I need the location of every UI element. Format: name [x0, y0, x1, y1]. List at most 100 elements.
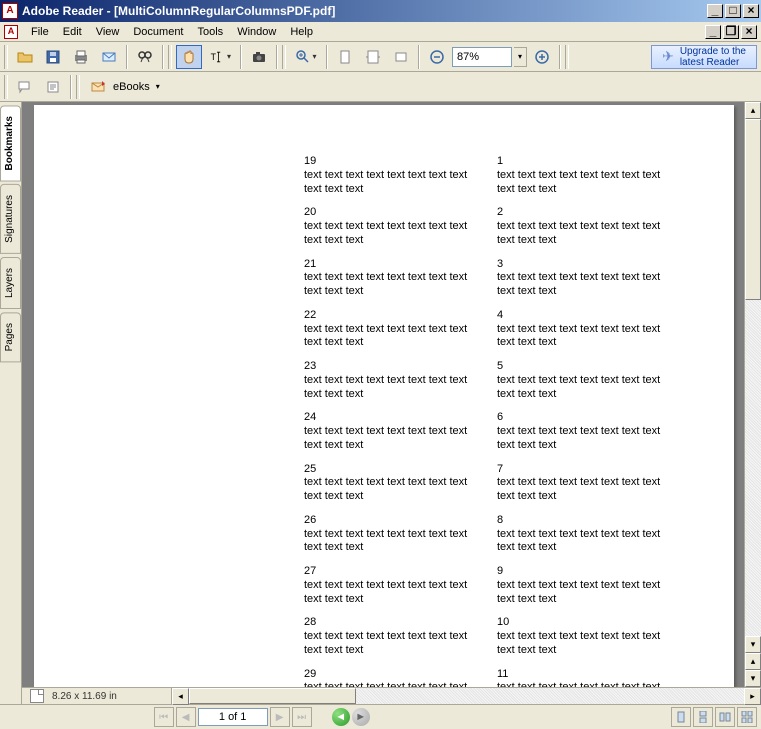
upgrade-text: Upgrade to thelatest Reader — [680, 46, 746, 68]
close-button[interactable]: × — [743, 4, 759, 18]
paragraph: 5text text text text text text text text… — [497, 360, 672, 401]
ebooks-button[interactable]: eBooks ▾ — [84, 76, 167, 98]
column-left: 19text text text text text text text tex… — [304, 155, 479, 687]
scroll-line-up-button[interactable]: ▴ — [745, 653, 761, 670]
tab-bookmarks[interactable]: Bookmarks — [0, 105, 21, 181]
paragraph: 20text text text text text text text tex… — [304, 206, 479, 247]
paragraph: 6text text text text text text text text… — [497, 411, 672, 452]
menu-edit[interactable]: Edit — [56, 24, 89, 40]
svg-text:T: T — [211, 52, 217, 62]
continuous-facing-button[interactable] — [737, 707, 757, 727]
tab-signatures[interactable]: Signatures — [0, 184, 21, 254]
paragraph: 7text text text text text text text text… — [497, 463, 672, 504]
open-button[interactable] — [12, 45, 38, 69]
zoom-out-button[interactable] — [424, 45, 450, 69]
review-comments-button[interactable] — [12, 75, 38, 99]
tab-layers[interactable]: Layers — [0, 257, 21, 309]
page-dims-text: 8.26 x 11.69 in — [52, 691, 117, 702]
menu-tools[interactable]: Tools — [191, 24, 231, 40]
menu-window[interactable]: Window — [230, 24, 283, 40]
paragraph: 22text text text text text text text tex… — [304, 309, 479, 350]
snapshot-button[interactable] — [246, 45, 272, 69]
hscroll-left-button[interactable]: ◂ — [172, 688, 189, 705]
ebooks-icon — [91, 80, 107, 94]
doc-close-button[interactable]: × — [741, 25, 757, 39]
hscroll-thumb[interactable] — [189, 688, 356, 704]
page-dims: 8.26 x 11.69 in — [22, 688, 172, 704]
page-number-field[interactable]: 1 of 1 — [198, 708, 268, 726]
scroll-up-button[interactable]: ▴ — [745, 102, 761, 119]
prev-view-button[interactable]: ◄ — [332, 708, 350, 726]
email-button[interactable] — [96, 45, 122, 69]
zoom-field[interactable]: 87% — [452, 47, 512, 67]
vertical-scrollbar[interactable]: ▴ ▾ ▴ ▾ — [744, 102, 761, 687]
paragraph: 1text text text text text text text text… — [497, 155, 672, 196]
menubar: A File Edit View Document Tools Window H… — [0, 22, 761, 42]
maximize-button[interactable]: □ — [725, 4, 741, 18]
next-page-button[interactable]: ▶ — [270, 707, 290, 727]
prev-page-button[interactable]: ◀ — [176, 707, 196, 727]
search-button[interactable] — [132, 45, 158, 69]
upgrade-icon: ✈ — [662, 48, 674, 65]
last-page-button[interactable]: ⏭ — [292, 707, 312, 727]
zoom-plus-button[interactable] — [529, 45, 555, 69]
menu-view[interactable]: View — [89, 24, 127, 40]
titlebar: A Adobe Reader - [MultiColumnRegularColu… — [0, 0, 761, 22]
paragraph: 27text text text text text text text tex… — [304, 565, 479, 606]
hscroll-track[interactable] — [189, 688, 744, 704]
grip-icon — [4, 45, 8, 69]
upgrade-banner[interactable]: ✈ Upgrade to thelatest Reader — [651, 45, 757, 69]
window-title: Adobe Reader - [MultiColumnRegularColumn… — [22, 4, 707, 18]
paragraph: 23text text text text text text text tex… — [304, 360, 479, 401]
app-icon: A — [2, 3, 18, 19]
paragraph: 10text text text text text text text tex… — [497, 616, 672, 657]
paragraph: 9text text text text text text text text… — [497, 565, 672, 606]
paragraph: 21text text text text text text text tex… — [304, 258, 479, 299]
chevron-down-icon: ▾ — [156, 82, 160, 91]
scroll-track[interactable] — [745, 119, 761, 636]
paragraph: 8text text text text text text text text… — [497, 514, 672, 555]
hscroll-right-button[interactable]: ▸ — [744, 688, 761, 705]
page: 19text text text text text text text tex… — [34, 105, 734, 687]
doc-restore-button[interactable]: ❐ — [723, 25, 739, 39]
scroll-line-down-button[interactable]: ▾ — [745, 670, 761, 687]
menu-help[interactable]: Help — [283, 24, 320, 40]
paragraph: 19text text text text text text text tex… — [304, 155, 479, 196]
paragraph: 4text text text text text text text text… — [497, 309, 672, 350]
paragraph: 3text text text text text text text text… — [497, 258, 672, 299]
first-page-button[interactable]: ⏮ — [154, 707, 174, 727]
ebooks-label: eBooks — [113, 81, 150, 93]
column-right: 1text text text text text text text text… — [497, 155, 672, 687]
toolbar-secondary: eBooks ▾ — [0, 72, 761, 102]
tab-pages[interactable]: Pages — [0, 312, 21, 362]
fit-width-button[interactable] — [360, 45, 386, 69]
rotate-button[interactable] — [388, 45, 414, 69]
toolbar-main: T▾ ▾ 87% ▾ ✈ Upgrade to thelatest Reader — [0, 42, 761, 72]
menu-file[interactable]: File — [24, 24, 56, 40]
hand-tool-button[interactable] — [176, 45, 202, 69]
document-viewport[interactable]: 19text text text text text text text tex… — [22, 102, 744, 687]
minimize-button[interactable]: _ — [707, 4, 723, 18]
fit-page-button[interactable] — [332, 45, 358, 69]
scroll-thumb[interactable] — [745, 119, 761, 300]
paragraph: 28text text text text text text text tex… — [304, 616, 479, 657]
save-button[interactable] — [40, 45, 66, 69]
scroll-down-button[interactable]: ▾ — [745, 636, 761, 653]
reading-button[interactable] — [40, 75, 66, 99]
doc-minimize-button[interactable]: _ — [705, 25, 721, 39]
paragraph: 11text text text text text text text tex… — [497, 668, 672, 688]
menu-document[interactable]: Document — [126, 24, 190, 40]
paragraph: 25text text text text text text text tex… — [304, 463, 479, 504]
next-view-button[interactable]: ► — [352, 708, 370, 726]
paragraph: 29text text text text text text text tex… — [304, 668, 479, 688]
zoom-dropdown[interactable]: ▾ — [514, 47, 527, 67]
side-tabs: Bookmarks Signatures Layers Pages — [0, 102, 22, 704]
zoom-in-button[interactable]: ▾ — [290, 45, 322, 69]
single-page-button[interactable] — [671, 707, 691, 727]
select-text-button[interactable]: T▾ — [204, 45, 236, 69]
paragraph: 26text text text text text text text tex… — [304, 514, 479, 555]
continuous-button[interactable] — [693, 707, 713, 727]
paragraph: 24text text text text text text text tex… — [304, 411, 479, 452]
facing-button[interactable] — [715, 707, 735, 727]
print-button[interactable] — [68, 45, 94, 69]
